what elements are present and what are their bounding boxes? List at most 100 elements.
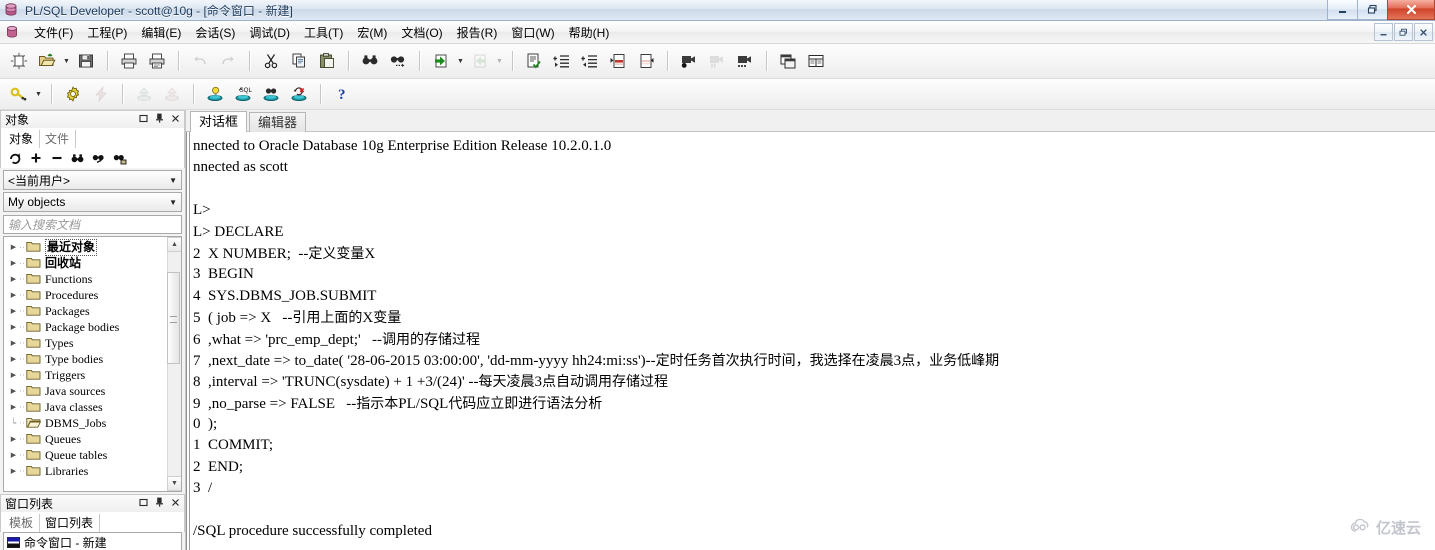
command-window-icon[interactable] xyxy=(258,81,284,107)
float-icon[interactable] xyxy=(138,498,149,510)
tree-item[interactable]: ▶ ·· Package bodies xyxy=(8,319,167,335)
command-window-output[interactable]: nnected to Oracle Database 10g Enterpris… xyxy=(186,132,1435,550)
import-icon[interactable] xyxy=(131,81,157,107)
settings-gear-icon[interactable] xyxy=(60,81,86,107)
tab-files[interactable]: 文件 xyxy=(40,130,77,148)
tree-item[interactable]: ▶ ·· Types xyxy=(8,335,167,351)
tree-item[interactable]: ▶ ·· 回收站 xyxy=(8,255,167,271)
pin-icon[interactable] xyxy=(154,113,165,126)
menu-file[interactable]: 文件(F) xyxy=(27,22,80,43)
chevron-right-icon[interactable]: ▶ xyxy=(8,371,19,379)
menu-edit[interactable]: 编辑(E) xyxy=(134,22,188,43)
comment-icon[interactable] xyxy=(605,48,631,74)
chevron-right-icon[interactable]: ▶ xyxy=(8,403,19,411)
explain-plan-icon[interactable] xyxy=(521,48,547,74)
key-dropdown-arrow[interactable]: ▼ xyxy=(33,82,44,106)
new-sql-window-icon[interactable] xyxy=(202,81,228,107)
chevron-right-icon[interactable]: ▶ xyxy=(8,387,19,395)
outdent-icon[interactable] xyxy=(577,48,603,74)
refresh-icon[interactable] xyxy=(6,150,23,167)
close-icon[interactable] xyxy=(170,114,181,126)
print-icon[interactable] xyxy=(116,48,142,74)
indent-icon[interactable] xyxy=(549,48,575,74)
minimize-button[interactable] xyxy=(1327,0,1357,20)
tree-item[interactable]: ▶ ·· Packages xyxy=(8,303,167,319)
tree-item[interactable]: ▶ ·· Libraries xyxy=(8,463,167,479)
list-item[interactable]: 命令窗口 - 新建 xyxy=(7,534,107,550)
chevron-right-icon[interactable]: ▶ xyxy=(8,307,19,315)
chevron-right-icon[interactable]: ▶ xyxy=(8,323,19,331)
redo-icon[interactable] xyxy=(215,48,241,74)
chevron-right-icon[interactable]: ▶ xyxy=(8,355,19,363)
undo-icon[interactable] xyxy=(187,48,213,74)
close-icon[interactable] xyxy=(170,498,181,510)
export-icon[interactable] xyxy=(159,81,185,107)
chevron-right-icon[interactable]: ▶ xyxy=(8,339,19,347)
sql-window-icon[interactable]: SQL xyxy=(230,81,256,107)
scope-select[interactable]: My objects ▼ xyxy=(3,192,182,212)
uncomment-icon[interactable] xyxy=(633,48,659,74)
find-icon[interactable] xyxy=(69,150,86,167)
menu-help[interactable]: 帮助(H) xyxy=(562,22,617,43)
tab-templates[interactable]: 模板 xyxy=(4,514,41,532)
close-button[interactable] xyxy=(1387,0,1435,20)
window-list-icon[interactable] xyxy=(775,48,801,74)
mdi-restore-button[interactable] xyxy=(1394,23,1413,41)
find-next-icon[interactable] xyxy=(385,48,411,74)
tree-item[interactable]: ▶ ·· Type bodies xyxy=(8,351,167,367)
window-list[interactable]: 命令窗口 - 新建 xyxy=(3,532,182,550)
chevron-right-icon[interactable]: ▶ xyxy=(8,435,19,443)
tree-item[interactable]: ▶ ·· Queues xyxy=(8,431,167,447)
menu-project[interactable]: 工程(P) xyxy=(80,22,134,43)
pin-icon[interactable] xyxy=(154,497,165,510)
menu-reports[interactable]: 报告(R) xyxy=(450,22,505,43)
tree-item[interactable]: ▶ ·· Queue tables xyxy=(8,447,167,463)
open-folder-icon[interactable] xyxy=(34,48,60,74)
tab-dialog[interactable]: 对话框 xyxy=(190,111,248,132)
paste-icon[interactable] xyxy=(314,48,340,74)
lightning-icon[interactable] xyxy=(88,81,114,107)
browse-filter-icon[interactable] xyxy=(111,150,128,167)
search-input[interactable]: 输入搜索文档 xyxy=(3,215,182,234)
save-icon[interactable] xyxy=(73,48,99,74)
next-dropdown-arrow[interactable]: ▼ xyxy=(494,49,505,73)
user-select[interactable]: <当前用户> ▼ xyxy=(3,170,182,190)
previous-dropdown-arrow[interactable]: ▼ xyxy=(455,49,466,73)
tree-item[interactable]: ▶ ·· Triggers xyxy=(8,367,167,383)
tree-item[interactable]: ▶ ·· Procedures xyxy=(8,287,167,303)
remove-icon[interactable] xyxy=(48,150,65,167)
tab-objects[interactable]: 对象 xyxy=(4,130,41,148)
rollback-icon[interactable] xyxy=(286,81,312,107)
tree-scroll-thumb[interactable] xyxy=(167,272,180,364)
tree-item[interactable]: ▶ ·· Java classes xyxy=(8,399,167,415)
play-macro-icon[interactable] xyxy=(732,48,758,74)
chevron-right-icon[interactable]: ▶ xyxy=(8,451,19,459)
menu-window[interactable]: 窗口(W) xyxy=(504,22,561,43)
tab-window-list[interactable]: 窗口列表 xyxy=(40,514,101,532)
help-question-icon[interactable]: ? xyxy=(329,81,355,107)
chevron-right-icon[interactable]: ▶ xyxy=(8,291,19,299)
float-icon[interactable] xyxy=(138,114,149,126)
tree-item[interactable]: ▶ ·· Java sources xyxy=(8,383,167,399)
cut-icon[interactable] xyxy=(258,48,284,74)
code-text[interactable]: nnected to Oracle Database 10g Enterpris… xyxy=(193,136,1435,542)
key-icon[interactable] xyxy=(6,81,32,107)
scroll-up-button[interactable]: ▲ xyxy=(167,237,181,252)
copy-icon[interactable] xyxy=(286,48,312,74)
new-icon[interactable] xyxy=(6,48,32,74)
scroll-down-button[interactable]: ▼ xyxy=(167,476,181,491)
menu-documents[interactable]: 文档(O) xyxy=(394,22,449,43)
chevron-right-icon[interactable]: ▶ xyxy=(8,275,19,283)
menu-macro[interactable]: 宏(M) xyxy=(350,22,394,43)
menu-tools[interactable]: 工具(T) xyxy=(297,22,350,43)
object-tree[interactable]: ▶ ·· 最近对象 ▶ ·· 回收站 ▶ ·· Functions ▶ ·· Procedures ▶ ·… xyxy=(4,237,167,491)
tree-item[interactable]: ▶ ·· Functions xyxy=(8,271,167,287)
tile-windows-icon[interactable] xyxy=(803,48,829,74)
mdi-close-button[interactable] xyxy=(1414,23,1433,41)
find-icon[interactable] xyxy=(357,48,383,74)
open-dropdown-arrow[interactable]: ▼ xyxy=(61,49,72,73)
add-icon[interactable] xyxy=(27,150,44,167)
next-icon[interactable] xyxy=(467,48,493,74)
tree-item[interactable]: ▶ ·· 最近对象 xyxy=(8,238,167,256)
previous-icon[interactable] xyxy=(428,48,454,74)
